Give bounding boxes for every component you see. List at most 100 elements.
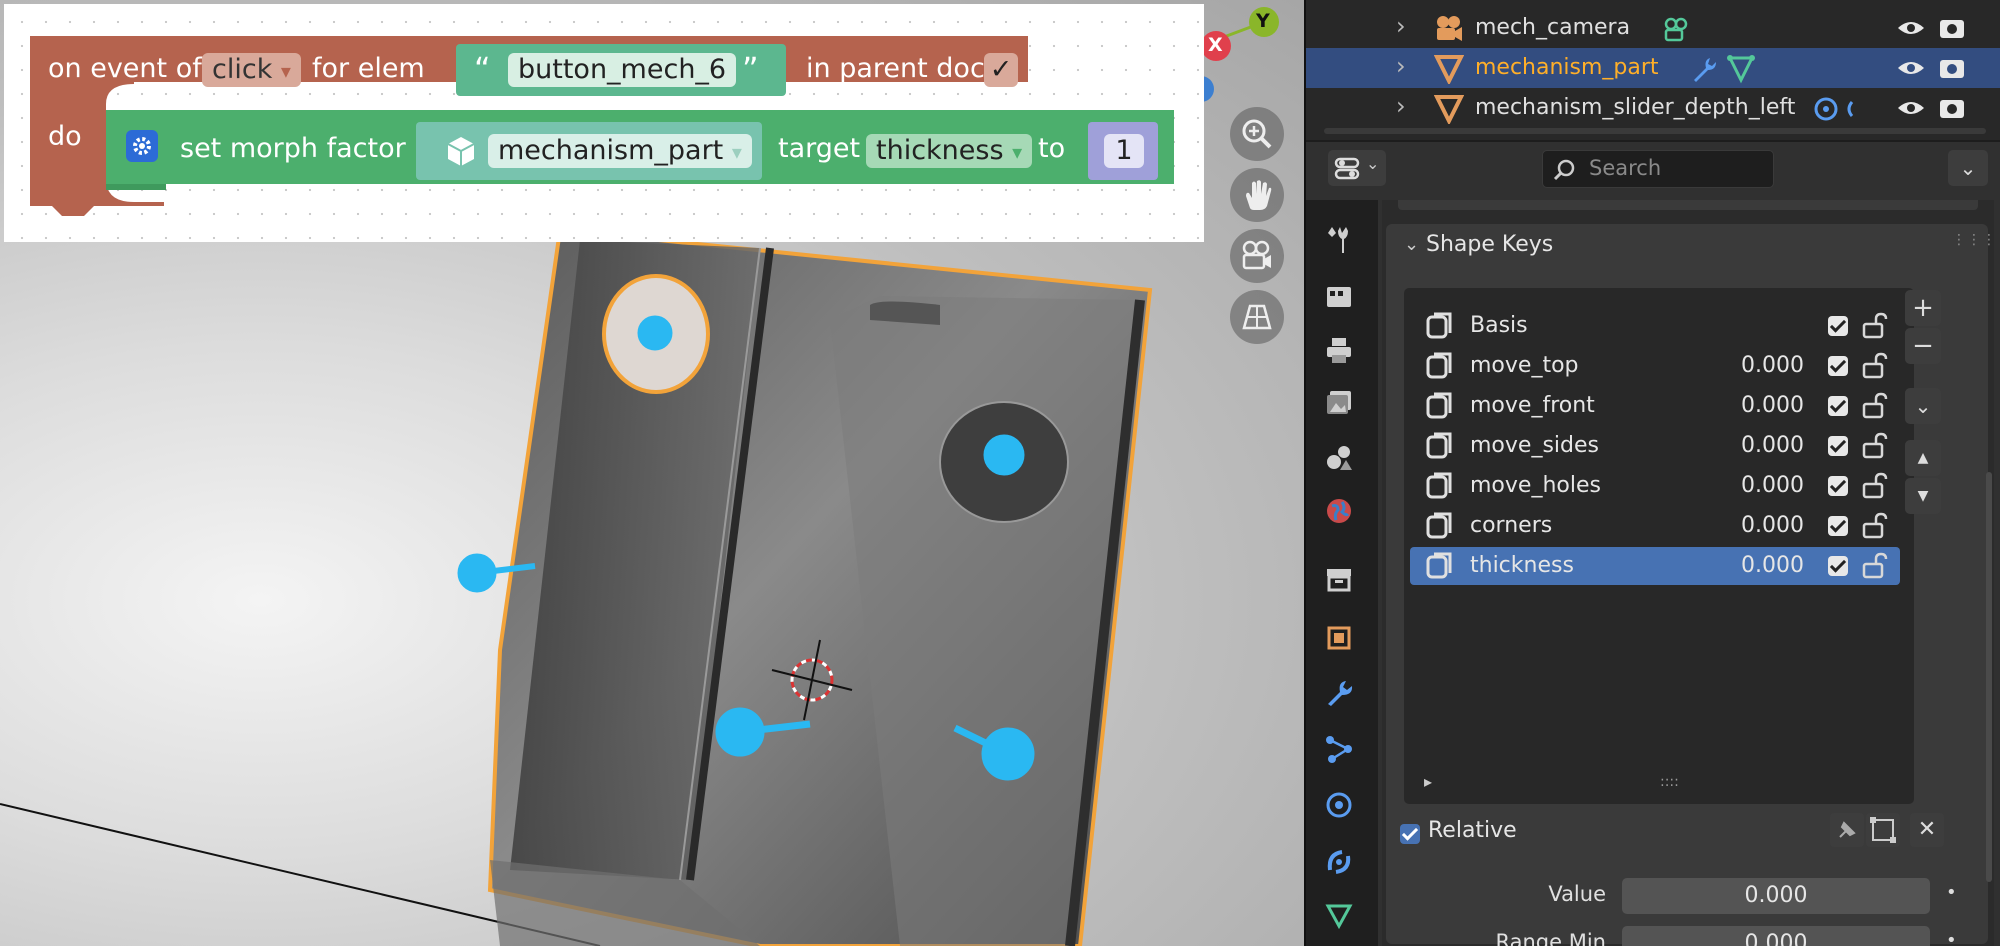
target-dropdown[interactable]: thickness ▾ [866, 134, 1033, 168]
list-resize-handle[interactable]: :::: [1660, 774, 1679, 790]
move-up-button[interactable]: ▲ [1905, 440, 1941, 476]
ortho-toggle-button[interactable] [1230, 290, 1284, 344]
dropdown-arrow-icon: ▾ [280, 59, 291, 83]
outliner-row-mechanism-slider-depth-left[interactable]: › mechanism_slider_depth_left [1306, 88, 2000, 128]
constraints-tab[interactable] [1318, 840, 1360, 882]
mesh-data-icon[interactable] [1726, 54, 1756, 84]
shape-key-value[interactable]: 0.000 [1741, 511, 1804, 541]
constraint-icon[interactable] [1812, 94, 1862, 124]
range-min-field[interactable]: 0.000 [1622, 926, 1930, 946]
properties-scrollbar[interactable] [1986, 472, 1992, 882]
shape-key-mute-checkbox[interactable] [1828, 476, 1848, 496]
tool-tab[interactable] [1318, 219, 1360, 261]
pin-button[interactable] [1830, 813, 1864, 847]
outliner-scrollbar[interactable] [1324, 128, 1986, 134]
relative-check[interactable] [1400, 824, 1420, 844]
previous-panel-edge [1398, 200, 1978, 210]
event-type-dropdown[interactable]: click ▾ [202, 53, 301, 87]
shape-key-mute-checkbox[interactable] [1828, 316, 1848, 336]
data-tab[interactable] [1318, 894, 1360, 936]
move-down-button[interactable]: ▼ [1905, 478, 1941, 514]
particles-tab[interactable] [1318, 728, 1360, 770]
lock-icon[interactable] [1860, 351, 1890, 381]
lock-icon[interactable] [1860, 551, 1890, 581]
shape-keys-header[interactable]: ⌄ Shape Keys ⋮⋮⋮⋮ [1386, 224, 2000, 272]
3d-viewport[interactable]: Y X on event of click ▾ for elem “ butto… [0, 0, 1304, 946]
shape-key-row[interactable]: thickness 0.000 [1410, 547, 1900, 585]
outliner[interactable]: › mech_camera › mechanism_part › mechani… [1306, 0, 2000, 140]
shape-key-icon [1426, 312, 1452, 339]
add-shape-key-button[interactable]: + [1905, 290, 1941, 326]
elem-name-field[interactable]: button_mech_6 [508, 53, 737, 87]
scene-tab[interactable] [1318, 436, 1360, 478]
chevron-down-icon: ⌄ [1959, 156, 1977, 180]
shape-key-mute-checkbox[interactable] [1828, 356, 1848, 376]
lock-icon[interactable] [1860, 511, 1890, 541]
lock-icon[interactable] [1860, 431, 1890, 461]
eye-icon[interactable] [1896, 18, 1926, 38]
chevron-right-icon[interactable]: › [1396, 92, 1406, 120]
render-camera-icon[interactable] [1938, 55, 1966, 81]
gear-icon[interactable] [126, 130, 158, 162]
render-camera-icon[interactable] [1938, 95, 1966, 121]
edit-mode-button[interactable] [1866, 813, 1900, 847]
shape-key-specials-button[interactable]: ⌄ [1905, 388, 1941, 424]
options-dropdown[interactable]: ⌄ [1948, 150, 1988, 186]
value-field[interactable]: 0.000 [1622, 878, 1930, 914]
modifier-tab[interactable] [1318, 672, 1360, 714]
render-camera-icon[interactable] [1938, 15, 1966, 41]
view-layer-tab[interactable] [1318, 382, 1360, 424]
shape-key-row[interactable]: move_top 0.000 [1410, 347, 1900, 385]
clear-button[interactable]: ✕ [1910, 813, 1944, 847]
shape-key-value[interactable]: 0.000 [1741, 551, 1804, 581]
shape-key-row[interactable]: Basis [1410, 307, 1900, 345]
blockly-workspace[interactable]: on event of click ▾ for elem “ button_me… [4, 4, 1204, 242]
camera-view-button[interactable] [1230, 229, 1284, 283]
lock-icon[interactable] [1860, 471, 1890, 501]
collection-tab[interactable] [1318, 558, 1360, 600]
chevron-right-icon[interactable]: › [1396, 52, 1406, 80]
wrench-icon[interactable] [1688, 54, 1718, 84]
shape-key-row[interactable]: move_front 0.000 [1410, 387, 1900, 425]
eye-icon[interactable] [1896, 58, 1926, 78]
lock-icon[interactable] [1860, 391, 1890, 421]
shape-key-mute-checkbox[interactable] [1828, 556, 1848, 576]
object-icon [1327, 626, 1351, 650]
shape-key-row[interactable]: move_sides 0.000 [1410, 427, 1900, 465]
list-filter-toggle[interactable]: ▸ [1424, 772, 1432, 791]
shape-key-value[interactable]: 0.000 [1741, 471, 1804, 501]
to-value-field[interactable]: 1 [1104, 134, 1144, 168]
area-divider[interactable] [1304, 0, 1306, 946]
keyframe-dot-icon[interactable]: • [1946, 882, 1957, 903]
shape-key-mute-checkbox[interactable] [1828, 436, 1848, 456]
pan-button[interactable] [1230, 168, 1284, 222]
shape-key-row[interactable]: move_holes 0.000 [1410, 467, 1900, 505]
chevron-right-icon[interactable]: › [1396, 12, 1406, 40]
properties-editor[interactable]: ⌄ Search ⌄ ⌄ Shape Keys ⋮⋮⋮⋮ + − ⌄ ▲ ▼ ▸ [1306, 142, 2000, 946]
drag-handle-icon[interactable]: ⋮⋮⋮⋮ [1952, 232, 2000, 248]
shape-key-value[interactable]: 0.000 [1741, 431, 1804, 461]
outliner-row-mech-camera[interactable]: › mech_camera [1306, 8, 2000, 48]
world-tab[interactable] [1318, 490, 1360, 532]
properties-editor-icon [1334, 157, 1360, 180]
remove-shape-key-button[interactable]: − [1905, 328, 1941, 364]
object-tab[interactable] [1318, 617, 1360, 659]
shape-key-value[interactable]: 0.000 [1741, 391, 1804, 421]
shape-key-mute-checkbox[interactable] [1828, 396, 1848, 416]
physics-tab[interactable] [1318, 784, 1360, 826]
in-parent-doc-checkbox[interactable]: ✓ [984, 53, 1018, 87]
outliner-row-mechanism-part[interactable]: › mechanism_part [1306, 48, 2000, 88]
object-dropdown[interactable]: mechanism_part ▾ [488, 134, 752, 168]
output-tab[interactable] [1318, 329, 1360, 371]
editor-type-button[interactable]: ⌄ [1328, 150, 1386, 186]
keyframe-dot-icon[interactable]: • [1946, 930, 1957, 946]
zoom-button[interactable] [1230, 107, 1284, 161]
search-input[interactable]: Search [1542, 150, 1774, 188]
shape-key-value[interactable]: 0.000 [1741, 351, 1804, 381]
eye-icon[interactable] [1896, 98, 1926, 118]
shape-key-row[interactable]: corners 0.000 [1410, 507, 1900, 545]
lock-icon[interactable] [1860, 311, 1890, 341]
render-tab[interactable] [1318, 275, 1360, 317]
shape-key-mute-checkbox[interactable] [1828, 516, 1848, 536]
shape-key-name: corners [1470, 513, 1553, 538]
